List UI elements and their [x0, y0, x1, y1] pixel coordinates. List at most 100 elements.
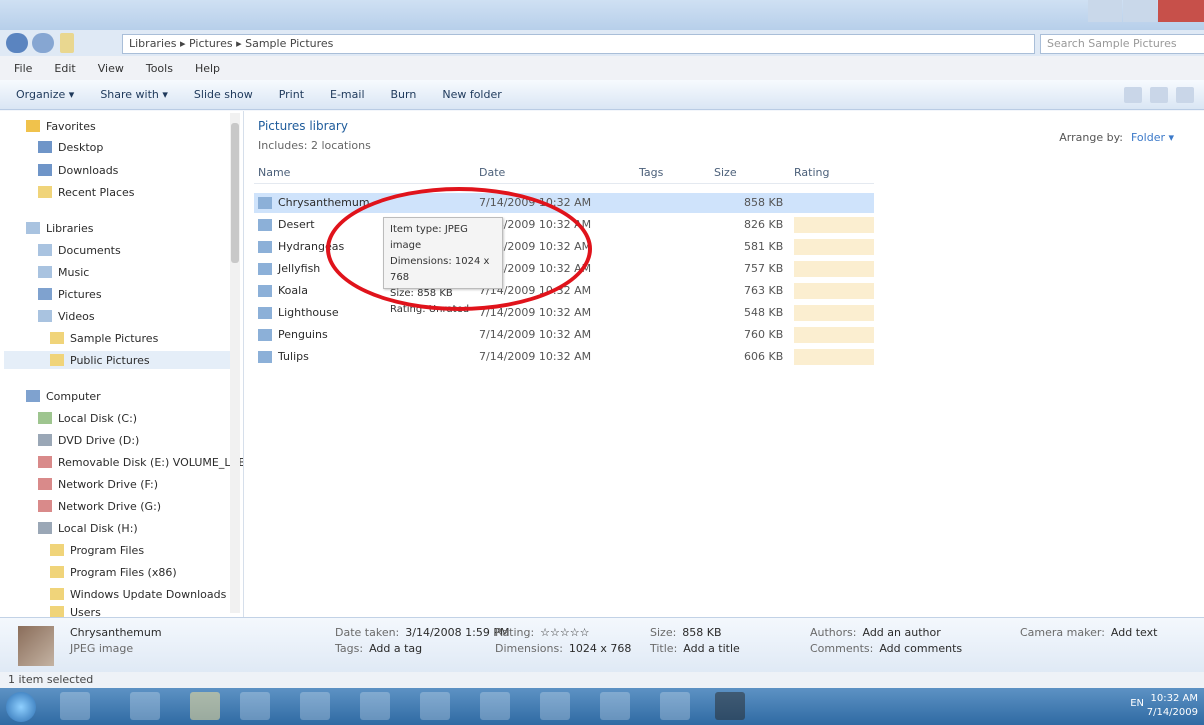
- nav-scrollbar[interactable]: [230, 113, 240, 613]
- menu-edit[interactable]: Edit: [54, 62, 75, 75]
- nav-drive-d[interactable]: DVD Drive (D:): [38, 431, 139, 449]
- column-name[interactable]: Name: [258, 166, 290, 179]
- organize-button[interactable]: Organize ▾: [16, 88, 74, 101]
- close-button[interactable]: [1158, 0, 1204, 22]
- language-indicator[interactable]: EN: [1130, 698, 1144, 709]
- table-row[interactable]: Desert 7/14/2009 10:32 AM 826 KB: [254, 215, 874, 235]
- nav-drive-f[interactable]: Network Drive (F:): [38, 475, 158, 493]
- image-file-icon: [258, 241, 272, 253]
- tooltip-line: Dimensions: 1024 x 768: [390, 256, 490, 283]
- network-drive-icon: [38, 500, 52, 512]
- app-icon[interactable]: [240, 692, 270, 720]
- app-icon[interactable]: [600, 692, 630, 720]
- new-folder-button[interactable]: New folder: [442, 88, 501, 101]
- nav-downloads[interactable]: Downloads: [38, 161, 118, 179]
- minimize-button[interactable]: [1088, 0, 1122, 22]
- app-icon[interactable]: [480, 692, 510, 720]
- rating-stars[interactable]: [794, 305, 874, 321]
- table-row[interactable]: Tulips 7/14/2009 10:32 AM 606 KB: [254, 347, 874, 367]
- search-input[interactable]: Search Sample Pictures: [1040, 34, 1204, 54]
- nav-drive-c[interactable]: Local Disk (C:): [38, 409, 137, 427]
- arrange-by-dropdown[interactable]: Folder ▾: [1131, 131, 1174, 144]
- nav-sample-pictures[interactable]: Sample Pictures: [50, 329, 158, 347]
- email-button[interactable]: E-mail: [330, 88, 365, 101]
- help-icon[interactable]: [1176, 87, 1194, 103]
- nav-folder-users[interactable]: Users: [50, 603, 101, 617]
- app-icon[interactable]: [300, 692, 330, 720]
- nav-folder-windows-update[interactable]: Windows Update Downloads: [50, 585, 226, 603]
- column-tags[interactable]: Tags: [639, 166, 663, 179]
- nav-public-pictures[interactable]: Public Pictures: [4, 351, 230, 369]
- rating-stars[interactable]: [794, 283, 874, 299]
- library-locations-link[interactable]: Includes: 2 locations: [258, 139, 371, 152]
- folder-icon: [60, 33, 74, 53]
- camera-maker-field[interactable]: Add text: [1111, 626, 1158, 639]
- slide-show-button[interactable]: Slide show: [194, 88, 253, 101]
- table-row[interactable]: Penguins 7/14/2009 10:32 AM 760 KB: [254, 325, 874, 345]
- menu-tools[interactable]: Tools: [146, 62, 173, 75]
- app-icon[interactable]: [540, 692, 570, 720]
- table-row[interactable]: Lighthouse 7/14/2009 10:32 AM 548 KB: [254, 303, 874, 323]
- image-file-icon: [258, 329, 272, 341]
- nav-music[interactable]: Music: [38, 263, 89, 281]
- nav-drive-e[interactable]: Removable Disk (E:) VOLUME_LABEL: [38, 453, 243, 471]
- burn-button[interactable]: Burn: [391, 88, 417, 101]
- nav-recent-places[interactable]: Recent Places: [38, 183, 135, 201]
- pictures-icon: [38, 288, 52, 300]
- rating-field[interactable]: ☆☆☆☆☆: [540, 626, 589, 639]
- table-row[interactable]: Koala 7/14/2009 10:32 AM 763 KB: [254, 281, 874, 301]
- comments-field[interactable]: Add comments: [879, 642, 962, 655]
- nav-libraries[interactable]: Libraries: [26, 219, 94, 237]
- app-icon[interactable]: [420, 692, 450, 720]
- nav-folder-program-files-x86[interactable]: Program Files (x86): [50, 563, 177, 581]
- rating-stars[interactable]: [794, 217, 874, 233]
- rating-stars[interactable]: [794, 349, 874, 365]
- nav-drive-h[interactable]: Local Disk (H:): [38, 519, 138, 537]
- preview-pane-icon[interactable]: [1150, 87, 1168, 103]
- table-row[interactable]: Chrysanthemum 7/14/2009 10:32 AM 858 KB: [254, 193, 874, 213]
- nav-favorites[interactable]: Favorites: [26, 117, 96, 135]
- app-icon[interactable]: [715, 692, 745, 720]
- drive-icon: [38, 522, 52, 534]
- title-bar: [0, 0, 1204, 30]
- app-icon[interactable]: [660, 692, 690, 720]
- share-with-button[interactable]: Share with ▾: [100, 88, 168, 101]
- explorer-icon[interactable]: [190, 692, 220, 720]
- forward-arrow-icon[interactable]: [32, 33, 54, 53]
- address-bar[interactable]: Libraries ▸ Pictures ▸ Sample Pictures: [122, 34, 1035, 54]
- views-icon[interactable]: [1124, 87, 1142, 103]
- nav-videos[interactable]: Videos: [38, 307, 95, 325]
- ie-icon[interactable]: [60, 692, 90, 720]
- menu-help[interactable]: Help: [195, 62, 220, 75]
- column-rating[interactable]: Rating: [794, 166, 829, 179]
- clock[interactable]: 10:32 AM 7/14/2009: [1147, 692, 1198, 720]
- date-taken-value[interactable]: 3/14/2008 1:59 PM: [405, 626, 509, 639]
- nav-pictures[interactable]: Pictures: [38, 285, 102, 303]
- menu-view[interactable]: View: [98, 62, 124, 75]
- column-size[interactable]: Size: [714, 166, 737, 179]
- rating-stars[interactable]: [794, 239, 874, 255]
- authors-field[interactable]: Add an author: [862, 626, 940, 639]
- maximize-button[interactable]: [1123, 0, 1157, 22]
- print-button[interactable]: Print: [279, 88, 304, 101]
- rating-stars[interactable]: [794, 261, 874, 277]
- nav-computer[interactable]: Computer: [26, 387, 101, 405]
- nav-documents[interactable]: Documents: [38, 241, 121, 259]
- menu-file[interactable]: File: [14, 62, 32, 75]
- media-player-icon[interactable]: [130, 692, 160, 720]
- table-row[interactable]: Hydrangeas 7/14/2009 10:32 AM 581 KB: [254, 237, 874, 257]
- column-date[interactable]: Date: [479, 166, 505, 179]
- image-file-icon: [258, 351, 272, 363]
- start-button[interactable]: [6, 692, 36, 722]
- scroll-thumb[interactable]: [231, 123, 239, 263]
- nav-desktop[interactable]: Desktop: [38, 138, 103, 156]
- back-arrow-icon[interactable]: [6, 33, 28, 53]
- table-row[interactable]: Jellyfish 7/14/2009 10:32 AM 757 KB: [254, 259, 874, 279]
- image-file-icon: [258, 197, 272, 209]
- app-icon[interactable]: [360, 692, 390, 720]
- rating-stars[interactable]: [794, 327, 874, 343]
- title-field[interactable]: Add a title: [683, 642, 740, 655]
- nav-folder-program-files[interactable]: Program Files: [50, 541, 144, 559]
- nav-drive-g[interactable]: Network Drive (G:): [38, 497, 161, 515]
- tags-field[interactable]: Add a tag: [369, 642, 422, 655]
